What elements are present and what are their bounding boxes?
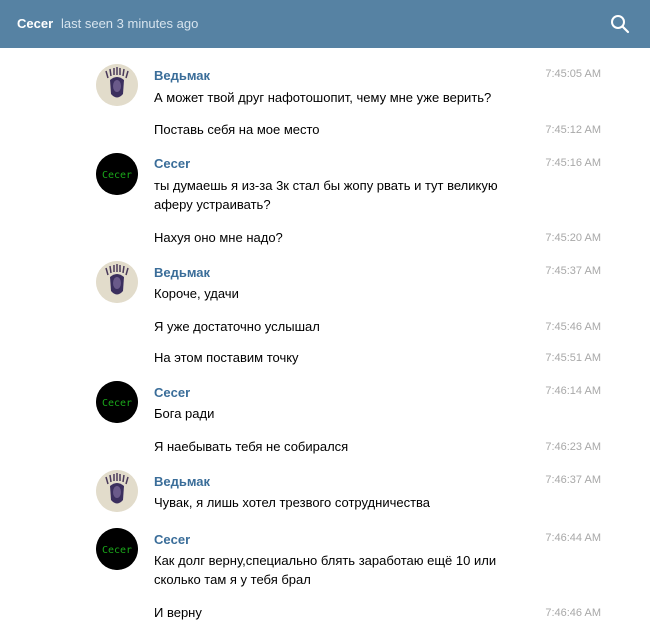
avatar-cecer[interactable]: Cecer <box>96 381 138 423</box>
message-text: Короче, удачи <box>154 286 239 301</box>
message-author[interactable]: Ведьмак <box>154 68 210 83</box>
message-author[interactable]: Cecer <box>154 385 190 400</box>
search-icon[interactable] <box>609 13 631 35</box>
message-text: Бога ради <box>154 406 215 421</box>
message-text: Я уже достаточно услышал <box>154 319 320 334</box>
message-time: 7:45:12 AM <box>545 124 601 136</box>
message-time: 7:45:37 AM <box>545 265 601 277</box>
message-time: 7:46:44 AM <box>545 532 601 544</box>
avatar-cecer-text: Cecer <box>102 398 132 409</box>
last-seen-status: last seen 3 minutes ago <box>61 16 199 31</box>
message-time: 7:45:20 AM <box>545 232 601 244</box>
message-text: Поставь себя на мое место <box>154 122 320 137</box>
avatar-vedmak[interactable] <box>96 64 138 106</box>
chat-header: Cecer last seen 3 minutes ago <box>0 0 650 48</box>
message-time: 7:46:23 AM <box>545 441 601 453</box>
message-text: На этом поставим точку <box>154 350 299 365</box>
message-author[interactable]: Cecer <box>154 532 190 547</box>
message-time: 7:45:05 AM <box>545 68 601 80</box>
avatar-cecer-text: Cecer <box>102 545 132 556</box>
avatar-cecer[interactable]: Cecer <box>96 153 138 195</box>
avatar-cecer[interactable]: Cecer <box>96 528 138 570</box>
message-text: Как долг верну,специально блять заработа… <box>154 553 497 587</box>
message-time: 7:46:14 AM <box>545 385 601 397</box>
message-time: 7:45:51 AM <box>545 352 601 364</box>
message-text: Чувак, я лишь хотел трезвого сотрудничес… <box>154 495 431 510</box>
message-time: 7:46:46 AM <box>545 607 601 619</box>
avatar-cecer-text: Cecer <box>102 170 132 181</box>
message-time: 7:46:37 AM <box>545 474 601 486</box>
avatar-vedmak[interactable] <box>96 261 138 303</box>
message-text: Нахуя оно мне надо? <box>154 230 283 245</box>
message-text: Я наебывать тебя не собирался <box>154 439 349 454</box>
message-time: 7:45:16 AM <box>545 157 601 169</box>
message-time: 7:45:46 AM <box>545 321 601 333</box>
message-text: И верну <box>154 605 202 620</box>
message-author[interactable]: Cecer <box>154 156 190 171</box>
avatar-vedmak[interactable] <box>96 470 138 512</box>
message-author[interactable]: Ведьмак <box>154 474 210 489</box>
message-text: А может твой друг нафотошопит, чему мне … <box>154 90 492 105</box>
contact-name[interactable]: Cecer <box>17 16 53 31</box>
message-text: ты думаешь я из-за 3к стал бы жопу рвать… <box>154 178 498 212</box>
message-author[interactable]: Ведьмак <box>154 265 210 280</box>
